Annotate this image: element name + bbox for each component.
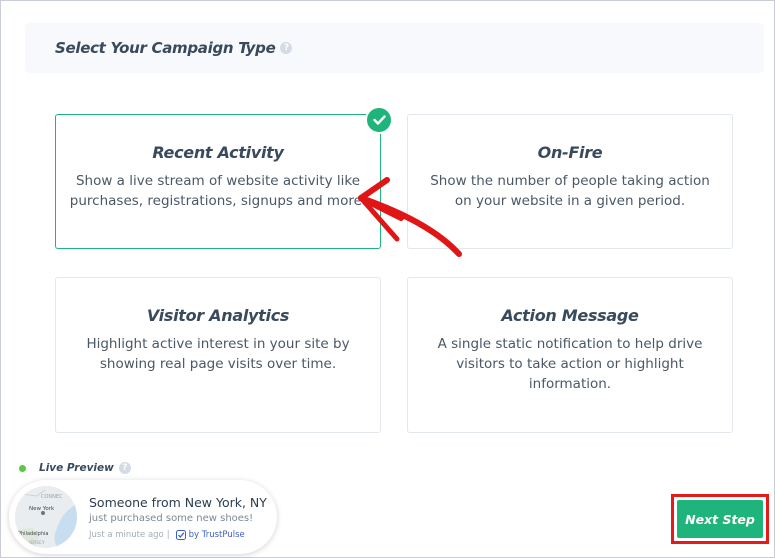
section-title: Select Your Campaign Type (55, 39, 276, 57)
notification-preview: CONNEC New York Philadelphia JERSEY Some… (9, 480, 277, 554)
map-label-state: CONNEC (41, 494, 63, 500)
live-status-dot (19, 464, 26, 472)
notification-name: Someone from New York, NY (89, 494, 267, 510)
campaign-card-recent-activity[interactable]: Recent Activity Show a live stream of we… (55, 114, 381, 249)
card-title: Recent Activity (152, 143, 284, 162)
notification-action: just purchased some new shoes! (89, 512, 254, 524)
map-label-city: New York (29, 506, 55, 512)
live-preview-text: Live Preview (39, 462, 114, 474)
card-description: A single static notification to help dri… (437, 336, 703, 392)
verified-check-icon (175, 529, 186, 540)
card-title: On-Fire (537, 143, 603, 162)
campaign-type-panel: Select Your Campaign Type ? Recent Activ… (0, 0, 775, 558)
meta-separator: | (166, 529, 170, 540)
live-preview-label: Live Preview ? (19, 462, 131, 474)
trustpulse-brand-link[interactable]: by TrustPulse (189, 530, 245, 540)
map-label-city2: Philadelphia (18, 531, 48, 537)
notification-meta: Just a minute ago | by TrustPulse (89, 529, 267, 540)
notification-time: Just a minute ago (89, 529, 164, 540)
help-icon[interactable]: ? (280, 42, 293, 54)
section-header: Select Your Campaign Type ? (25, 23, 764, 73)
card-description: Show a live stream of website activity l… (69, 173, 367, 209)
card-description: Highlight active interest in your site b… (86, 336, 350, 372)
map-thumbnail: CONNEC New York Philadelphia JERSEY (15, 486, 77, 548)
campaign-card-action-message[interactable]: Action Message A single static notificat… (407, 277, 733, 433)
card-title: Action Message (501, 306, 639, 325)
selected-check-icon (365, 106, 393, 134)
help-icon[interactable]: ? (118, 462, 131, 474)
card-title: Visitor Analytics (146, 306, 290, 325)
red-arrow-annotation (358, 177, 462, 257)
map-label-state2: JERSEY (28, 540, 45, 546)
next-step-button[interactable]: Next Step (677, 500, 763, 538)
notification-content: Someone from New York, NY just purchased… (89, 495, 267, 540)
campaign-card-visitor-analytics[interactable]: Visitor Analytics Highlight active inter… (55, 277, 381, 433)
